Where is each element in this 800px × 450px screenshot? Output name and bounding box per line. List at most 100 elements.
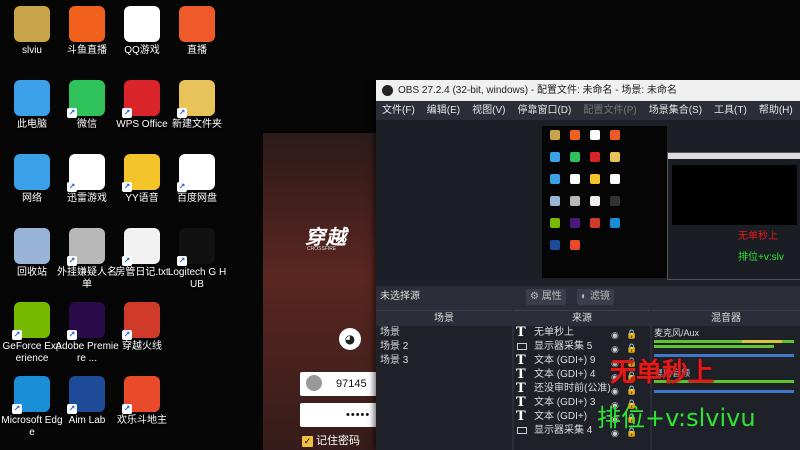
account-field[interactable]: 97145 [300,372,383,396]
desktop-icon[interactable]: 直播 [165,6,229,57]
obs-source-toolbar: 未选择源 ⚙ 属性 ◐ 滤镜 [376,286,800,308]
preview-desktop-icon [590,196,600,206]
obs-title: OBS 27.2.4 (32-bit, windows) - 配置文件: 未命名… [398,85,677,96]
obs-menu-item[interactable]: 停靠窗口(D) [517,105,571,116]
preview-desktop-icon [610,174,620,184]
shortcut-arrow-icon: ↗ [67,330,77,340]
preview-desktop-icon [550,218,560,228]
source-label: 文本 (GDI+) 3 [534,397,596,408]
stream-overlay-green-text: 排位+v:slvivu [597,404,756,432]
this-pc-icon [14,80,50,116]
source-label: 文本 (GDI+) [534,411,588,422]
desktop-icon[interactable]: ↗ 百度网盘 [165,154,229,205]
desktop-icon[interactable]: ↗ Logitech G HUB [165,228,229,291]
obs-menu-item[interactable]: 视图(V) [472,105,505,116]
obs-menu-item[interactable]: 编辑(E) [427,105,460,116]
premiere-icon: ↗ [67,302,105,340]
logitech-icon: ↗ [177,228,215,266]
preview-desktop-icon [550,174,560,184]
obs-menu-item[interactable]: 配置文件(P) [583,105,636,116]
game-launcher-window: 穿越 CROSSFIRE ◕ 97145 ••••• ✓ 记住密码 [263,133,383,450]
mic-level-peak [742,340,782,343]
scene-item[interactable]: 场景 [376,326,512,340]
remember-password-label: 记住密码 [316,435,360,447]
desktop-icon[interactable]: ↗ 欢乐斗地主 [110,376,174,427]
obs-menu-item[interactable]: 文件(F) [382,105,415,116]
password-field[interactable]: ••••• [300,403,383,427]
obs-preview[interactable]: 无单秒上 排位+v:slv [376,120,800,286]
mixer-channel-name: 麦克风/Aux [654,328,700,338]
obs-menu-item[interactable]: 场景集合(S) [649,105,702,116]
network-icon [14,154,50,190]
obs-menu-bar: 文件(F) 编辑(E) 视图(V) 停靠窗口(D) 配置文件(P) 场景集合(S) 工具(T… [376,101,800,120]
preview-desktop-icon [550,240,560,250]
wps-icon: ↗ [122,80,160,118]
live-icon [179,6,215,42]
desktop-icon-label: 穿越火线 [122,341,162,352]
mic-level-meter-r [654,345,774,348]
remember-password-checkbox[interactable]: ✓ 记住密码 [302,432,360,448]
shortcut-arrow-icon: ↗ [122,256,132,266]
desktop-icon[interactable]: ↗ 新建文件夹 [165,80,229,131]
preview-desktop-icon [590,130,600,140]
aimlab-icon: ↗ [67,376,105,414]
source-label: 显示器采集 4 [534,425,593,436]
desktop-icon[interactable]: ↗ 穿越火线 [110,302,174,353]
display-source-icon [517,427,527,434]
shortcut-arrow-icon: ↗ [122,330,132,340]
preview-desktop-icon [610,196,620,206]
preview-nested-obs: 无单秒上 排位+v:slv [667,152,800,280]
preview-desktop-icon [610,152,620,162]
desktop-icon-label: 新建文件夹 [172,119,222,130]
filters-button[interactable]: ◐ 滤镜 [577,289,614,305]
preview-desktop-icon [590,174,600,184]
properties-label: 属性 [541,291,562,302]
no-source-selected-label: 未选择源 [380,291,420,302]
obs-title-bar[interactable]: OBS 27.2.4 (32-bit, windows) - 配置文件: 未命名… [376,80,800,101]
lock-icon[interactable]: 🔒 [626,327,637,341]
source-label: 显示器采集 5 [534,341,593,352]
preview-desktop-icon [550,130,560,140]
properties-button[interactable]: ⚙ 属性 [526,289,566,305]
nested-overlay-red: 无单秒上 [738,231,778,242]
qq-login-icon[interactable]: ◕ [339,328,361,350]
edge-icon: ↗ [12,376,50,414]
source-item[interactable]: T 无单秒上 ◉ 🔒 [514,326,650,341]
geforce-icon: ↗ [12,302,50,340]
douyu-icon [69,6,105,42]
desktop-volume-slider[interactable] [654,390,794,393]
text-source-icon: T [516,367,526,382]
qq-game-icon [124,6,160,42]
source-label: 文本 (GDI+) 9 [534,355,596,366]
preview-desktop-icon [570,130,580,140]
source-label: 无单秒上 [534,327,574,338]
text-file-icon: ↗ [122,228,160,266]
avatar [306,375,322,392]
text-source-icon: T [516,395,526,410]
mixer-dock-header: 混音器 [652,311,800,326]
sources-dock-header: 来源 [514,311,650,326]
shortcut-arrow-icon: ↗ [67,256,77,266]
shortcut-arrow-icon: ↗ [122,108,132,118]
obs-menu-item[interactable]: 工具(T) [714,105,747,116]
preview-desktop-icon [590,218,600,228]
nested-title-bar [668,153,800,159]
shortcut-arrow-icon: ↗ [177,182,187,192]
doudizhu-icon: ↗ [122,376,160,414]
desktop-icon-label: 百度网盘 [177,193,217,204]
shortcut-arrow-icon: ↗ [67,404,77,414]
obs-menu-item[interactable]: 帮助(H) [759,105,793,116]
preview-desktop-icon [570,218,580,228]
source-label: 还没审时前(公准) [534,383,611,394]
recycle-bin-icon [14,228,50,264]
account-value: 97145 [336,378,367,390]
scene-item[interactable]: 场景 3 [376,354,512,368]
shortcut-arrow-icon: ↗ [12,404,22,414]
preview-desktop-icon [610,130,620,140]
scene-item[interactable]: 场景 2 [376,340,512,354]
stream-overlay-red-text: 无单秒上 [610,358,715,388]
xunlei-game-icon: ↗ [67,154,105,192]
shortcut-arrow-icon: ↗ [122,182,132,192]
scenes-dock-header: 场景 [376,311,512,326]
shortcut-arrow-icon: ↗ [122,404,132,414]
